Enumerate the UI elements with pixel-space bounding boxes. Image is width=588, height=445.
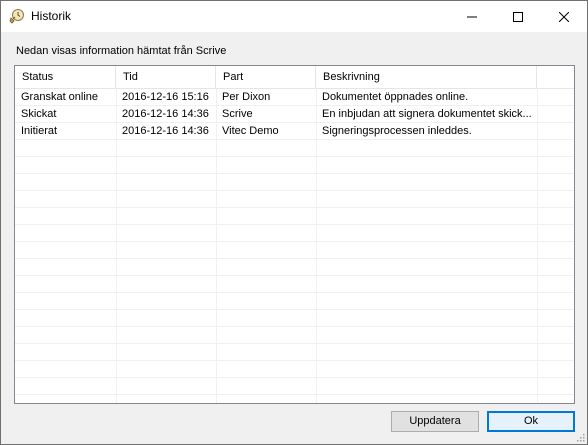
cell-status: Initierat	[21, 125, 58, 137]
cell-beskrivning: Dokumentet öppnades online.	[322, 91, 469, 103]
empty-row	[15, 191, 574, 208]
cell-tid: 2016-12-16 14:36	[122, 108, 209, 120]
cell-part: Per Dixon	[222, 91, 271, 103]
empty-row	[15, 327, 574, 344]
column-header-tid[interactable]: Tid	[116, 66, 216, 88]
column-header-status[interactable]: Status	[15, 66, 116, 88]
app-history-icon	[9, 8, 25, 24]
cell-beskrivning: Signeringsprocessen inleddes.	[322, 125, 472, 137]
cell-status: Skickat	[21, 108, 57, 120]
window-title: Historik	[31, 9, 72, 23]
column-header-beskrivning[interactable]: Beskrivning	[316, 66, 537, 88]
empty-row	[15, 293, 574, 310]
cell-part: Scrive	[222, 108, 253, 120]
table-row[interactable]: Initierat 2016-12-16 14:36 Vitec Demo Si…	[15, 123, 574, 140]
close-button[interactable]	[541, 1, 587, 32]
empty-row	[15, 208, 574, 225]
cell-tid: 2016-12-16 15:16	[122, 91, 209, 103]
cell-status: Granskat online	[21, 91, 99, 103]
maximize-button[interactable]	[495, 1, 541, 32]
column-header-part[interactable]: Part	[216, 66, 316, 88]
history-window: Historik Nedan visas information hämtat …	[0, 0, 588, 445]
empty-row	[15, 157, 574, 174]
minimize-button[interactable]	[449, 1, 495, 32]
empty-row	[15, 276, 574, 293]
resize-grip-icon[interactable]	[575, 432, 585, 442]
empty-row	[15, 378, 574, 395]
maximize-icon	[513, 11, 523, 22]
empty-row	[15, 140, 574, 157]
empty-row	[15, 310, 574, 327]
close-icon	[559, 11, 569, 22]
empty-row	[15, 344, 574, 361]
cell-part: Vitec Demo	[222, 125, 279, 137]
title-bar[interactable]: Historik	[1, 1, 587, 32]
empty-row	[15, 361, 574, 378]
empty-row	[15, 225, 574, 242]
info-label: Nedan visas information hämtat från Scri…	[16, 45, 227, 57]
empty-row	[15, 174, 574, 191]
empty-row	[15, 259, 574, 276]
cell-beskrivning: En inbjudan att signera dokumentet skick…	[322, 108, 532, 120]
history-list[interactable]: Status Tid Part Beskrivning Granskat onl…	[14, 65, 575, 404]
ok-button[interactable]: Ok	[487, 411, 575, 432]
table-row[interactable]: Skickat 2016-12-16 14:36 Scrive En inbju…	[15, 106, 574, 123]
update-button[interactable]: Uppdatera	[391, 411, 479, 432]
cell-tid: 2016-12-16 14:36	[122, 125, 209, 137]
empty-row	[15, 242, 574, 259]
minimize-icon	[467, 12, 477, 22]
table-row[interactable]: Granskat online 2016-12-16 15:16 Per Dix…	[15, 89, 574, 106]
list-header: Status Tid Part Beskrivning	[15, 66, 574, 89]
